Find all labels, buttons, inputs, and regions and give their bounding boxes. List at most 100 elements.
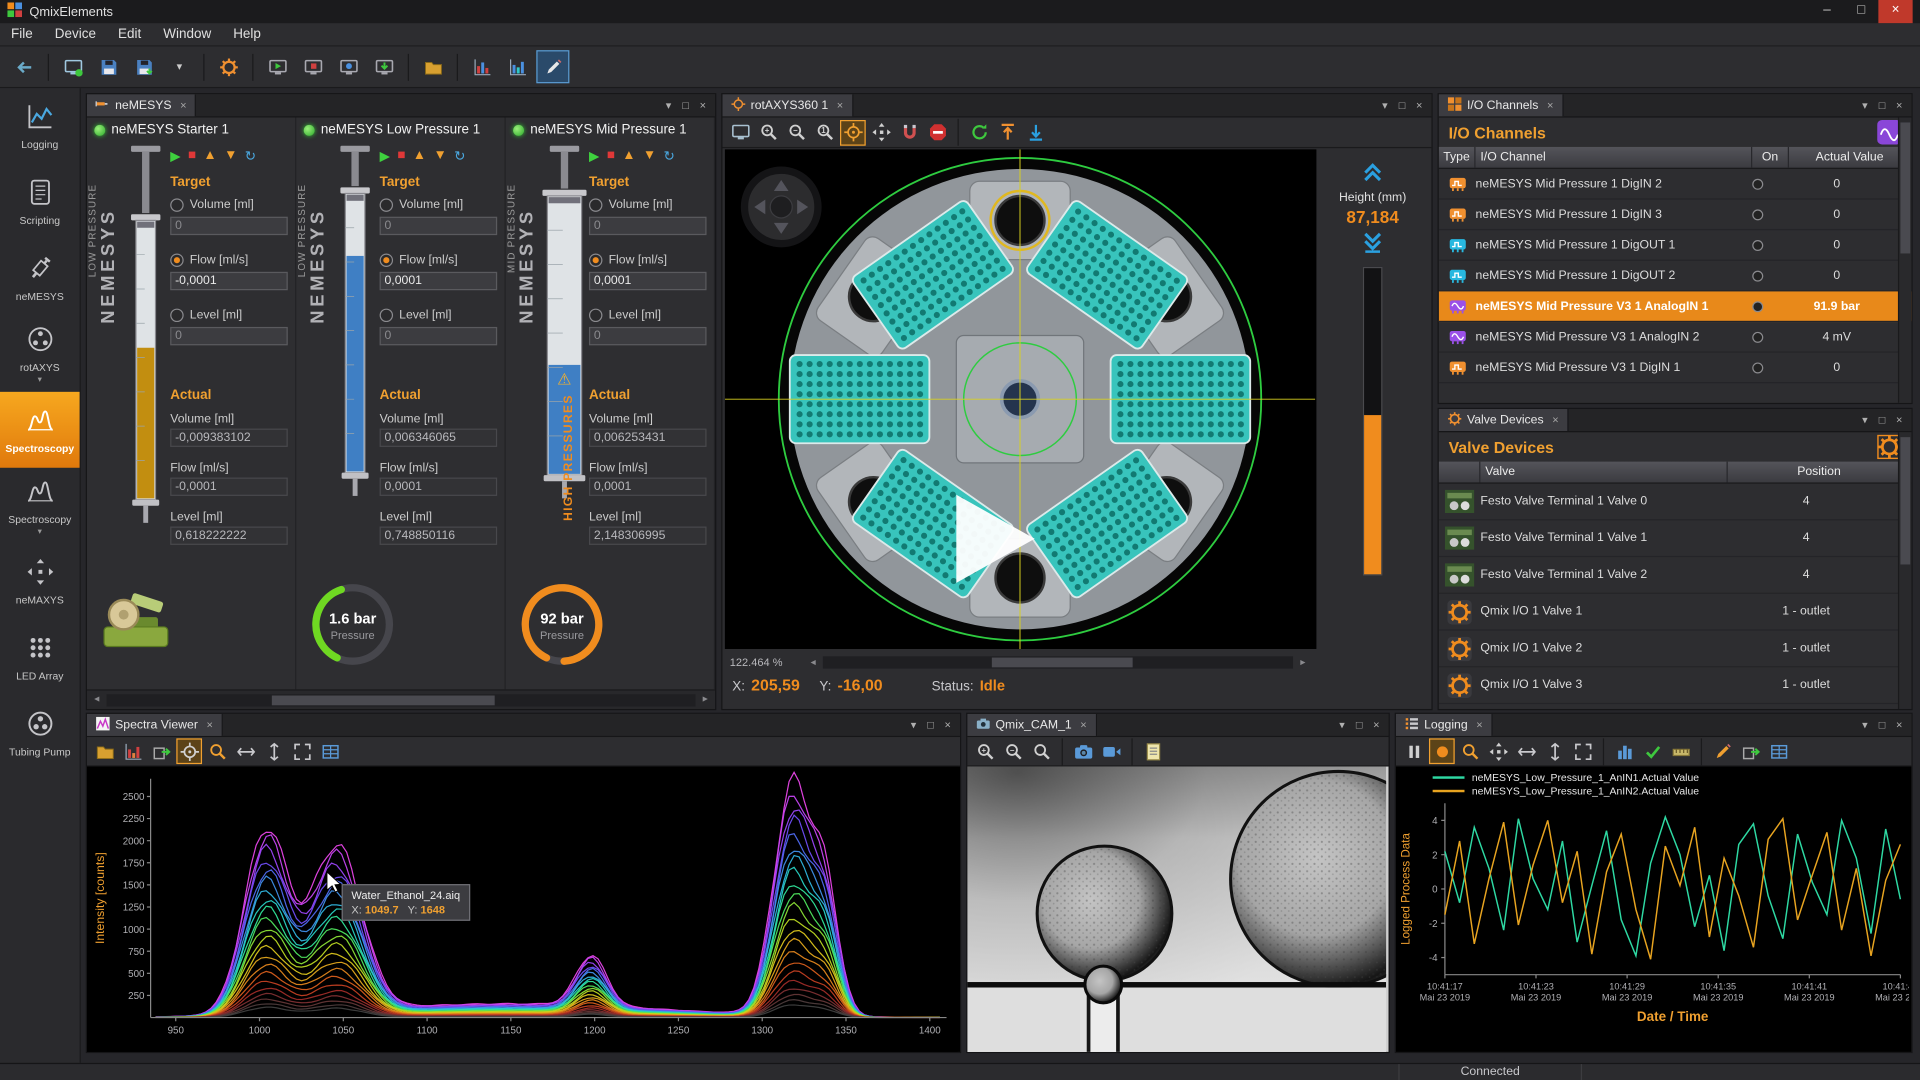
panel-close-button[interactable]: ×	[1891, 719, 1908, 731]
record-video-button[interactable]	[1098, 738, 1124, 764]
scroll-left-icon[interactable]: ◄	[806, 658, 821, 667]
target-level-input[interactable]: 0	[170, 327, 288, 345]
panel-float-button[interactable]: □	[922, 719, 939, 731]
stop-pump-button[interactable]: ■	[188, 148, 196, 164]
target-level-input[interactable]: 0	[380, 327, 498, 345]
panel-float-button[interactable]: □	[1351, 719, 1368, 731]
start-pump-button[interactable]: ▶	[380, 148, 390, 164]
close-icon[interactable]: ×	[1080, 719, 1086, 731]
fit-h-button[interactable]	[1513, 738, 1539, 764]
sidebar-item-tubing-pump[interactable]: Tubing Pump	[0, 696, 80, 772]
scroll-right-icon[interactable]: ►	[1296, 658, 1311, 667]
io-channel-row[interactable]: neMESYS Mid Pressure V3 1 AnalogIN 2 4 m…	[1439, 322, 1912, 353]
io-on-toggle[interactable]	[1752, 239, 1763, 250]
refill-button[interactable]: ↻	[245, 148, 256, 164]
target-volume-input[interactable]: 0	[589, 217, 707, 235]
close-icon[interactable]: ×	[1552, 414, 1558, 426]
target-flow-input[interactable]: -0,0001	[170, 272, 288, 290]
flow-radio[interactable]	[380, 253, 393, 266]
refresh-button[interactable]	[966, 119, 992, 145]
fit-height-button[interactable]	[261, 738, 287, 764]
start-pump-button[interactable]: ▶	[170, 148, 180, 164]
pencil-button[interactable]	[1709, 738, 1735, 764]
flow-radio[interactable]	[170, 253, 183, 266]
panel-close-button[interactable]: ×	[1891, 99, 1908, 111]
tab-rotaxys360[interactable]: rotAXYS360 1 ×	[722, 94, 853, 116]
close-icon[interactable]: ×	[837, 99, 843, 111]
zoom-fit-button[interactable]	[1029, 738, 1055, 764]
panel-menu-button[interactable]: ▾	[1856, 99, 1873, 112]
scroll-left-icon[interactable]: ◄	[89, 696, 104, 705]
minimize-button[interactable]: –	[1810, 0, 1844, 23]
io-channel-row[interactable]: neMESYS Mid Pressure V3 1 DigIN 1 0	[1439, 353, 1912, 384]
annotate-button[interactable]	[1140, 738, 1166, 764]
io-channel-row[interactable]: neMESYS Mid Pressure V3 1 AnalogIN 1 91.…	[1439, 291, 1912, 322]
lift-down-icon[interactable]	[1319, 231, 1427, 257]
open-button[interactable]	[92, 738, 118, 764]
valve-row[interactable]: Qmix I/O 1 Valve 1 1 - outlet	[1439, 594, 1912, 631]
logging-chart[interactable]: neMESYS_Low_Pressure_1_AnIN1.Actual Valu…	[1396, 767, 1912, 1054]
zoom-out-button[interactable]: −	[1000, 738, 1026, 764]
table-button[interactable]	[1766, 738, 1792, 764]
target-level-option[interactable]: Level [ml]	[589, 309, 661, 322]
save-view-button[interactable]	[92, 50, 125, 83]
screen-stop-button[interactable]	[296, 50, 329, 83]
sidebar-item-scripting[interactable]: Scripting	[0, 164, 80, 240]
empty-syringe-button[interactable]: ▼	[224, 148, 237, 164]
menu-help[interactable]: Help	[222, 24, 272, 44]
panel-close-button[interactable]: ×	[694, 99, 711, 111]
level-radio[interactable]	[380, 309, 393, 322]
volume-radio[interactable]	[380, 198, 393, 211]
sidebar-item-rotaxys[interactable]: rotAXYS ▾	[0, 316, 80, 392]
sidebar-item-nemesys[interactable]: neMESYS	[0, 240, 80, 316]
magnet-button[interactable]	[896, 119, 922, 145]
check-button[interactable]	[1640, 738, 1666, 764]
columns-button[interactable]	[1611, 738, 1637, 764]
back-button[interactable]	[7, 50, 40, 83]
panel-close-button[interactable]: ×	[1891, 414, 1908, 426]
ruler-button[interactable]	[1668, 738, 1694, 764]
tab-spectra-viewer[interactable]: Spectra Viewer ×	[87, 714, 223, 736]
screen-record-button[interactable]	[332, 50, 365, 83]
export-button[interactable]	[148, 738, 174, 764]
target-volume-option[interactable]: Volume [ml]	[589, 198, 673, 211]
valve-row[interactable]: Qmix I/O 1 Valve 3 1 - outlet	[1439, 667, 1912, 704]
close-icon[interactable]: ×	[1476, 719, 1482, 731]
panel-float-button[interactable]: □	[1873, 99, 1890, 111]
connect-button[interactable]	[56, 50, 89, 83]
menu-device[interactable]: Device	[44, 24, 107, 44]
jog-dpad[interactable]	[740, 165, 823, 252]
target-volume-option[interactable]: Volume [ml]	[380, 198, 464, 211]
io-on-toggle[interactable]	[1752, 270, 1763, 281]
fit-v-button[interactable]	[1542, 738, 1568, 764]
cursor-button[interactable]	[176, 738, 202, 764]
refill-button[interactable]: ↻	[454, 148, 465, 164]
io-on-toggle[interactable]	[1752, 178, 1763, 189]
sidebar-item-led-array[interactable]: LED Array	[0, 620, 80, 696]
scroll-right-icon[interactable]: ►	[698, 696, 713, 705]
close-icon[interactable]: ×	[180, 99, 186, 111]
target-flow-option[interactable]: Flow [ml/s]	[170, 253, 248, 266]
panel-menu-button[interactable]: ▾	[1856, 413, 1873, 426]
horizontal-scrollbar[interactable]: ◄ ►	[87, 689, 715, 709]
panel-float-button[interactable]: □	[1393, 99, 1410, 111]
tab-logging[interactable]: Logging ×	[1396, 714, 1493, 736]
target-volume-option[interactable]: Volume [ml]	[170, 198, 254, 211]
record-button[interactable]	[1429, 738, 1455, 764]
target-level-option[interactable]: Level [ml]	[380, 309, 452, 322]
home-button[interactable]	[994, 119, 1020, 145]
valve-row[interactable]: Festo Valve Terminal 1 Valve 2 4	[1439, 557, 1912, 594]
fit-width-button[interactable]	[233, 738, 259, 764]
grid-button[interactable]	[317, 738, 343, 764]
io-channel-row[interactable]: neMESYS Mid Pressure 1 DigIN 2 0	[1439, 169, 1912, 200]
io-channel-row[interactable]: neMESYS Mid Pressure 1 DigOUT 2 0	[1439, 261, 1912, 292]
close-icon[interactable]: ×	[1547, 99, 1553, 111]
empty-syringe-button[interactable]: ▼	[433, 148, 446, 164]
sidebar-item-nemaxys[interactable]: neMAXYS	[0, 544, 80, 620]
fill-syringe-button[interactable]: ▲	[622, 148, 635, 164]
stop-pump-button[interactable]: ■	[397, 148, 405, 164]
target-volume-input[interactable]: 0	[170, 217, 288, 235]
panel-float-button[interactable]: □	[1873, 414, 1890, 426]
script-edit-button[interactable]	[536, 50, 569, 83]
snapshot-button[interactable]	[1070, 738, 1096, 764]
